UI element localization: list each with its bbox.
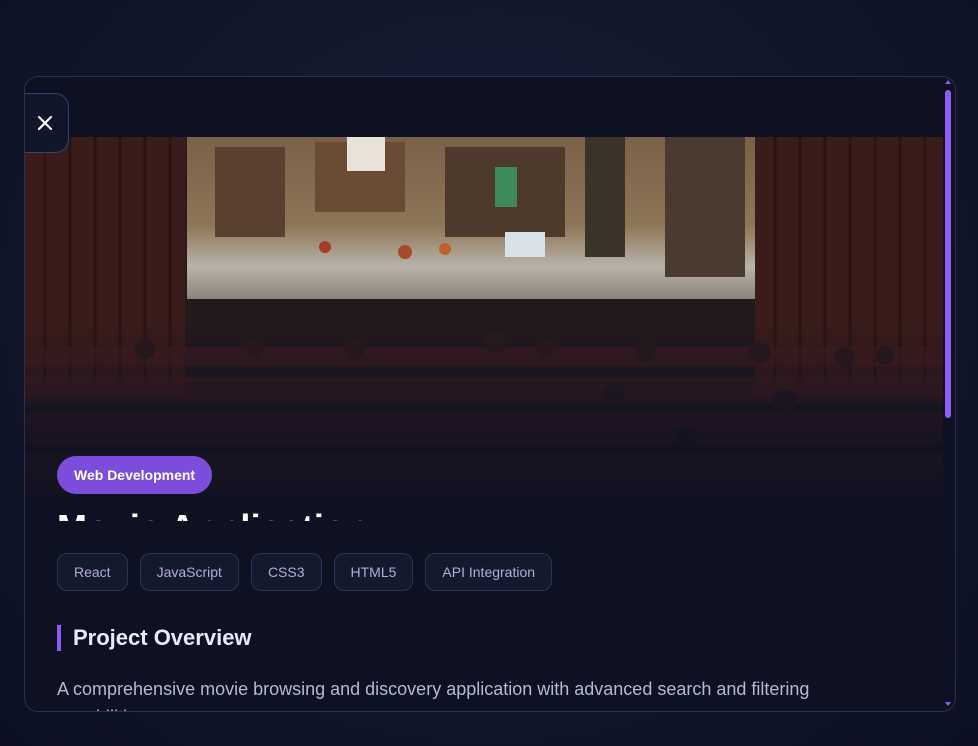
project-hero: Web Development Movie Application [25,137,943,521]
section-heading-overview: Project Overview [57,625,252,651]
scroll-thumb[interactable] [945,90,951,418]
tech-tags: React JavaScript CSS3 HTML5 API Integrat… [57,553,553,591]
tech-tag: HTML5 [333,553,414,591]
category-badge: Web Development [57,456,213,494]
tech-tag: React [57,553,128,591]
scroll-up-icon[interactable] [945,80,951,84]
overview-text: A comprehensive movie browsing and disco… [57,679,810,711]
scroll-down-icon[interactable] [945,702,951,706]
tech-tag: JavaScript [139,553,239,591]
close-button[interactable] [25,93,69,153]
project-title: Movie Application [57,507,369,521]
tech-tag: CSS3 [250,553,322,591]
tech-tag: API Integration [425,553,553,591]
close-icon [37,115,53,131]
modal-scrollbar[interactable] [944,80,952,706]
project-modal: Web Development Movie Application React … [24,76,956,712]
